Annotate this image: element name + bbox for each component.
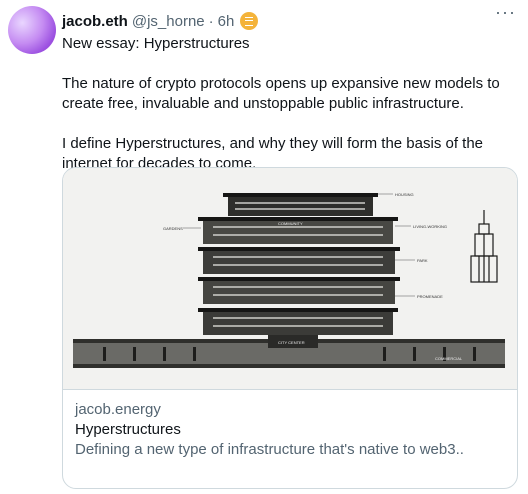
avatar[interactable] — [8, 6, 56, 54]
svg-text:PARK: PARK — [417, 258, 428, 263]
svg-text:GARDENS: GARDENS — [163, 226, 183, 231]
hyperstructure-illustration: HOUSING GARDENS COMMUNITY LIVING-WORKING… — [73, 192, 505, 368]
author-name[interactable]: jacob.eth — [62, 13, 128, 30]
timestamp[interactable]: 6h — [218, 13, 235, 30]
card-title: Hyperstructures — [75, 421, 181, 438]
subscription-badge-icon — [240, 12, 259, 30]
card-image[interactable]: HOUSING GARDENS COMMUNITY LIVING-WORKING… — [63, 168, 517, 390]
link-card[interactable]: HOUSING GARDENS COMMUNITY LIVING-WORKING… — [62, 167, 518, 489]
card-domain: jacob.energy — [75, 401, 161, 418]
svg-text:LIVING-WORKING: LIVING-WORKING — [413, 224, 447, 229]
tweet-line: The nature of crypto protocols opens up … — [62, 75, 500, 112]
tweet-header: jacob.eth @js_horne · 6h — [62, 11, 498, 31]
card-description: Defining a new type of infrastructure th… — [75, 441, 464, 458]
svg-text:COMMERCIAL: COMMERCIAL — [435, 356, 463, 361]
separator-dot: · — [208, 12, 214, 30]
svg-text:HOUSING: HOUSING — [395, 192, 414, 197]
svg-text:PROMENADE: PROMENADE — [417, 294, 443, 299]
more-dots-icon[interactable]: ··· — [495, 3, 516, 21]
svg-text:COMMUNITY: COMMUNITY — [278, 221, 303, 226]
card-info[interactable]: jacob.energy Hyperstructures Defining a … — [63, 390, 517, 470]
author-handle[interactable]: @js_horne — [132, 13, 205, 30]
tweet-line: New essay: Hyperstructures — [62, 35, 250, 52]
tweet-text: New essay: Hyperstructures The nature of… — [62, 34, 522, 174]
svg-text:CITY CENTER: CITY CENTER — [278, 340, 305, 345]
